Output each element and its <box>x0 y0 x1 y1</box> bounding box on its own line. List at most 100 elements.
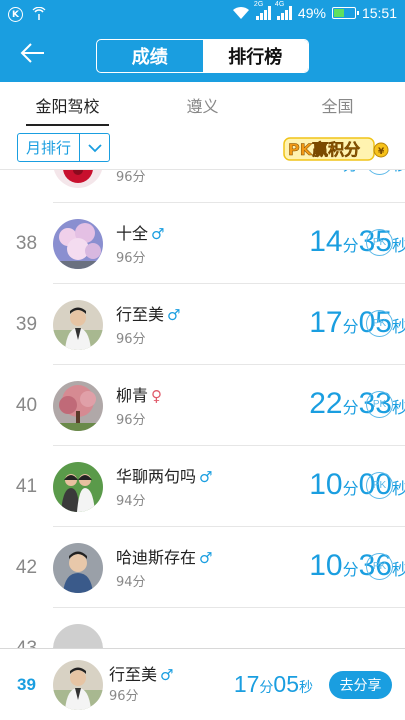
list-item[interactable]: 40 柳青 ♀ 96分 22分33秒 PK <box>16 365 405 446</box>
time-min-unit: 分 <box>342 236 359 255</box>
avatar[interactable] <box>53 624 103 648</box>
share-button[interactable]: 去分享 <box>329 671 392 699</box>
segment-leaderboard[interactable]: 排行榜 <box>202 40 308 72</box>
avatar[interactable] <box>53 462 103 512</box>
time-min-unit: 分 <box>342 479 359 498</box>
signal-4g-icon: 4G <box>275 1 292 20</box>
my-time: 17分05秒 <box>210 671 313 698</box>
tab-city[interactable]: 遵义 <box>135 82 270 128</box>
my-time-min-unit: 分 <box>259 680 274 696</box>
time-min: 14 <box>309 225 343 258</box>
user-name: 华聊两句吗 ♂ <box>116 463 212 487</box>
female-icon: ♀ <box>151 387 163 405</box>
rank-number: 41 <box>15 475 38 497</box>
avatar[interactable] <box>53 660 103 710</box>
avatar[interactable] <box>53 219 103 269</box>
user-name: 哈迪斯存在 ♂ <box>116 544 212 568</box>
time-min-unit: 分 <box>342 560 359 579</box>
male-icon: ♂ <box>151 225 165 243</box>
list-item[interactable]: 41 华聊两句吗 ♂ 94分 10分00秒 PK <box>16 446 405 527</box>
signal-2g-icon: 2G <box>254 1 271 20</box>
user-name: 行至美 ♂ <box>116 301 180 325</box>
time-min: 10 <box>309 468 343 501</box>
chevron-down-icon <box>79 134 109 161</box>
avatar[interactable] <box>53 170 103 188</box>
my-name: 行至美 ♂ <box>109 661 173 685</box>
male-icon: ♂ <box>199 549 213 567</box>
filter-row: 月排行 PK赢积分 ¥ <box>0 128 405 170</box>
pk-button[interactable]: PK <box>366 553 393 580</box>
user-name-text: 华聊两句吗 <box>116 467 197 486</box>
user-name: 柳青 ♀ <box>116 382 162 406</box>
user-score: 96分 <box>116 170 146 185</box>
time-min: 22 <box>309 387 343 420</box>
rank-number: 43 <box>15 637 38 649</box>
time-sec-unit: 秒 <box>391 236 405 255</box>
user-name-text: 哈迪斯存在 <box>116 548 197 567</box>
user-score: 94分 <box>116 494 146 509</box>
time-sec-unit: 秒 <box>391 398 405 417</box>
battery-icon <box>331 7 359 19</box>
my-time-sec-unit: 秒 <box>299 680 313 696</box>
svg-text:¥: ¥ <box>378 147 385 157</box>
list-item[interactable]: 38 十全 ♂ 96分 14分35秒 PK <box>16 203 405 284</box>
rank-number: 39 <box>15 313 38 335</box>
user-score: 96分 <box>116 413 146 428</box>
scope-tabs: 金阳驾校 遵义 全国 <box>0 82 405 128</box>
male-icon: ♂ <box>167 306 181 324</box>
signal-wave-icon <box>32 7 46 20</box>
user-name <box>116 625 119 644</box>
time-sec-unit: 秒 <box>392 170 405 174</box>
list-item[interactable]: 37霸气总裁♂96分12分17秒PK <box>16 170 405 203</box>
user-name-text: 柳青 <box>116 386 149 405</box>
app-header: 成绩 排行榜 <box>0 30 405 82</box>
segment-control: 成绩 排行榜 <box>96 39 309 73</box>
svg-text:PK赢积分: PK赢积分 <box>288 140 360 159</box>
my-time-sec: 05 <box>273 671 299 697</box>
male-icon: ♂ <box>160 666 174 684</box>
pk-button[interactable]: PK <box>366 229 393 256</box>
rank-number: 40 <box>15 394 38 416</box>
avatar[interactable] <box>53 543 103 593</box>
user-name: 十全 ♂ <box>116 220 164 244</box>
list-item[interactable]: 42 哈迪斯存在 ♂ 94分 10分36秒 PK <box>16 527 405 608</box>
time-min-unit: 分 <box>342 317 359 336</box>
pk-button[interactable]: PK <box>366 391 393 418</box>
my-time-min: 17 <box>233 671 260 697</box>
pk-button[interactable]: PK <box>366 472 393 499</box>
time-sec-unit: 秒 <box>391 560 405 579</box>
user-score: 96分 <box>116 251 146 266</box>
tab-school[interactable]: 金阳驾校 <box>0 82 135 128</box>
rank-number: 42 <box>15 556 38 578</box>
arrow-left-icon[interactable] <box>20 42 50 68</box>
male-icon: ♂ <box>199 468 213 486</box>
user-score: 96分 <box>116 332 146 347</box>
list-item[interactable]: 43 <box>16 608 405 648</box>
avatar[interactable] <box>53 381 103 431</box>
pk-win-points-badge[interactable]: PK赢积分 ¥ <box>283 134 391 162</box>
time-min: 12 <box>309 170 342 177</box>
status-bar: K 2G 4G 49% 15:51 <box>0 0 405 30</box>
clock: 15:51 <box>361 5 397 21</box>
my-score: 96分 <box>109 689 139 704</box>
my-rank: 39 <box>17 675 36 694</box>
time-min-unit: 分 <box>343 170 359 174</box>
rank-number: 38 <box>15 232 38 254</box>
pk-button[interactable]: PK <box>366 310 393 337</box>
avatar[interactable] <box>53 300 103 350</box>
period-dropdown[interactable]: 月排行 <box>17 133 110 162</box>
user-name-text: 行至美 <box>116 305 165 324</box>
time-min-unit: 分 <box>342 398 359 417</box>
leaderboard-list[interactable]: 37霸气总裁♂96分12分17秒PK38十全♂96分14分35秒PK39行至美♂… <box>0 170 405 648</box>
wifi-icon <box>232 6 249 19</box>
k-circle-icon: K <box>8 7 23 22</box>
list-item[interactable]: 39 行至美 ♂ 96分 17分05秒 PK <box>16 284 405 365</box>
tab-national[interactable]: 全国 <box>270 82 405 128</box>
my-name-text: 行至美 <box>109 665 158 684</box>
battery-percent: 49% <box>297 5 326 21</box>
user-name-text: 十全 <box>116 224 149 243</box>
time-sec-unit: 秒 <box>391 479 405 498</box>
rank-number: 37 <box>0 170 53 203</box>
time-min: 10 <box>309 549 343 582</box>
segment-results[interactable]: 成绩 <box>97 40 203 72</box>
